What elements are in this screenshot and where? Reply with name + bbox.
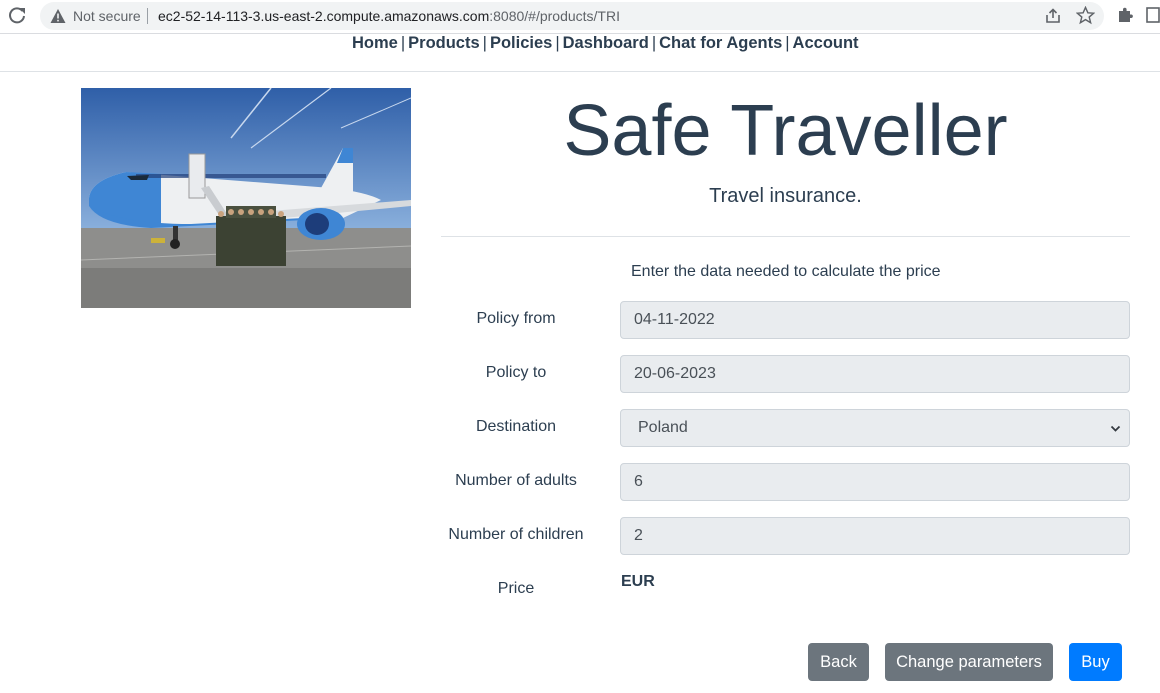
side-panel-icon[interactable] [1146,7,1160,23]
price-value: EUR [621,573,655,590]
adults-input[interactable]: 6 [620,463,1130,501]
policy-to-label: Policy to [485,364,547,381]
nav-dashboard[interactable]: Dashboard [563,34,649,52]
adults-value: 6 [634,473,643,490]
policy-from-label: Policy from [476,310,556,327]
policy-to-input[interactable]: 20-06-2023 [620,355,1130,393]
destination-label: Destination [475,418,557,435]
nav-separator: | [555,34,560,52]
product-image-airplane [81,88,411,308]
change-parameters-button[interactable]: Change parameters [885,643,1053,681]
reload-icon[interactable] [6,4,28,26]
url-text[interactable]: ec2-52-14-113-3.us-east-2.compute.amazon… [158,8,620,24]
nav-policies[interactable]: Policies [490,34,552,52]
chevron-down-icon [1110,425,1121,432]
bookmark-star-icon[interactable] [1076,6,1095,25]
extensions-puzzle-icon[interactable] [1116,6,1134,24]
adults-label: Number of adults [455,472,577,489]
policy-from-value: 04-11-2022 [634,311,715,328]
nav-separator: | [400,34,406,52]
warning-icon[interactable] [50,8,66,24]
back-button[interactable]: Back [808,643,869,681]
browser-toolbar: Not secure ec2-52-14-113-3.us-east-2.com… [0,0,1160,34]
url-path: :8080/#/products/TRI [489,8,620,24]
form-instructions: Enter the data needed to calculate the p… [631,263,941,280]
nav-products[interactable]: Products [408,34,480,52]
policy-to-value: 20-06-2023 [634,365,716,382]
nav-account[interactable]: Account [793,34,859,52]
section-divider [441,236,1130,237]
policy-from-input[interactable]: 04-11-2022 [620,301,1130,339]
children-label: Number of children [448,526,584,543]
nav-separator: | [651,34,657,52]
nav-separator: | [785,34,790,52]
share-icon[interactable] [1044,7,1062,25]
buy-button[interactable]: Buy [1069,643,1122,681]
product-subtitle: Travel insurance. [709,185,862,207]
top-nav: Home | Products | Policies | Dashboard | Chat fo… [0,34,1160,72]
nav-separator: | [482,34,487,52]
children-input[interactable]: 2 [620,517,1130,555]
nav-home[interactable]: Home [352,34,398,52]
url-host: ec2-52-14-113-3.us-east-2.compute.amazon… [158,8,490,24]
children-value: 2 [634,527,643,544]
nav-chat-for-agents[interactable]: Chat for Agents [659,34,782,52]
divider [147,8,148,24]
security-status[interactable]: Not secure [73,8,141,24]
price-label: Price [497,580,535,597]
address-bar[interactable]: Not secure ec2-52-14-113-3.us-east-2.com… [40,2,1104,30]
destination-value: Poland [638,419,688,436]
product-title: Safe Traveller [563,91,1008,171]
nav-links: Home | Products | Policies | Dashboard | Chat fo… [352,34,859,53]
destination-select[interactable]: Poland [620,409,1130,447]
